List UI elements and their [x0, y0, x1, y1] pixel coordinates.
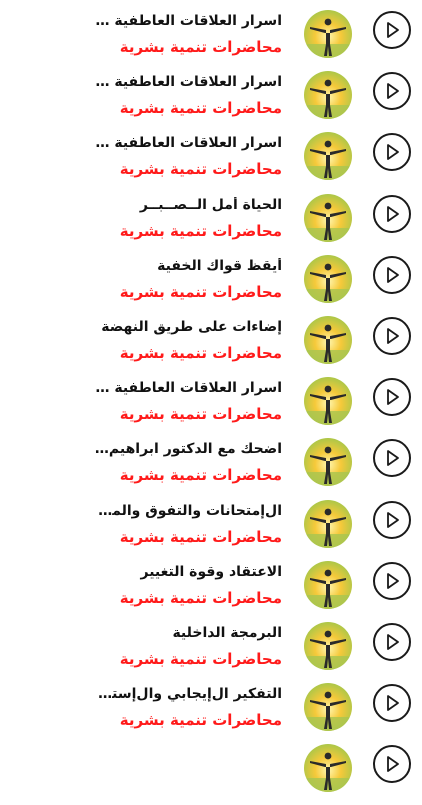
person-open-arms-icon [304, 683, 352, 732]
track-avatar [304, 683, 352, 732]
track-title: الاعتقاد وقوة التغيير [140, 563, 283, 580]
track-title: اسرار العلاقات العاطفية النا... [92, 13, 282, 29]
list-item[interactable]: اسرار العلاقات العاطفية النا... محاضرات … [0, 10, 422, 71]
track-title: التفكير ال‌إيجابي وال‌إستراتيجي [92, 686, 282, 703]
track-title: البرمجة الداخلية [172, 625, 282, 641]
person-open-arms-icon [304, 499, 352, 548]
track-avatar [304, 254, 352, 303]
track-subtitle: محاضرات تنمية بشرية [119, 650, 282, 668]
play-button[interactable] [373, 561, 411, 600]
track-subtitle: محاضرات تنمية بشرية [119, 99, 282, 118]
play-button[interactable] [373, 684, 411, 723]
person-open-arms-icon [304, 438, 352, 487]
play-icon [387, 328, 399, 344]
play-button[interactable] [373, 500, 411, 539]
person-open-arms-icon [304, 744, 352, 793]
person-open-arms-icon [304, 10, 352, 58]
play-button[interactable] [373, 745, 411, 784]
person-open-arms-icon [304, 71, 352, 120]
track-subtitle: محاضرات تنمية بشرية [119, 282, 282, 301]
play-icon [387, 511, 399, 528]
list-item[interactable]: اسرار العلاقات العاطفية النا... محاضرات … [0, 132, 422, 193]
track-title: إضاءات على طريق النهضة [101, 319, 282, 335]
person-open-arms-icon [304, 132, 352, 181]
track-subtitle: محاضرات تنمية بشرية [119, 38, 282, 56]
person-open-arms-icon [304, 254, 352, 303]
play-icon [387, 572, 399, 589]
track-avatar [304, 10, 352, 58]
track-title: الحياة أمل الــصــبــر [139, 196, 282, 213]
play-button[interactable] [373, 439, 411, 478]
play-button[interactable] [373, 11, 411, 49]
list-item[interactable]: اسرار العلاقات العاطفية النا... محاضرات … [0, 71, 422, 132]
track-avatar [304, 622, 352, 670]
play-icon [387, 389, 399, 406]
list-item[interactable] [0, 744, 422, 805]
track-avatar [304, 316, 352, 364]
play-icon [387, 634, 399, 650]
play-icon [387, 205, 399, 222]
play-button[interactable] [373, 194, 411, 233]
play-icon [387, 144, 399, 161]
person-open-arms-icon [304, 193, 352, 242]
list-item[interactable]: التفكير ال‌إيجابي وال‌إستراتيجي محاضرات … [0, 683, 422, 744]
track-avatar [304, 377, 352, 426]
person-open-arms-icon [304, 316, 352, 364]
track-subtitle: محاضرات تنمية بشرية [119, 221, 282, 240]
play-button[interactable] [373, 378, 411, 417]
person-open-arms-icon [304, 377, 352, 426]
track-title: اسرار العلاقات العاطفية النا... [92, 74, 282, 91]
person-open-arms-icon [304, 622, 352, 670]
list-item[interactable]: اضحك مع الدكتور ابراهيم ا... محاضرات تنم… [0, 438, 422, 499]
track-subtitle: محاضرات تنمية بشرية [119, 711, 282, 730]
track-title: أيقظ قواك الخفية [157, 257, 282, 274]
track-avatar [304, 744, 352, 793]
track-subtitle: محاضرات تنمية بشرية [119, 344, 282, 362]
play-icon [387, 450, 399, 467]
play-icon [387, 266, 399, 283]
track-title: اسرار العلاقات العاطفية النا... [92, 135, 282, 152]
list-item[interactable]: أيقظ قواك الخفية محاضرات تنمية بشرية [0, 254, 422, 316]
list-item[interactable]: البرمجة الداخلية محاضرات تنمية بشرية [0, 622, 422, 683]
play-button[interactable] [373, 72, 411, 111]
track-subtitle: محاضرات تنمية بشرية [119, 405, 282, 424]
person-open-arms-icon [304, 560, 352, 609]
track-avatar [304, 132, 352, 181]
track-avatar [304, 193, 352, 242]
list-item[interactable]: اسرار العلاقات العاطفية النا... محاضرات … [0, 377, 422, 438]
track-title: اسرار العلاقات العاطفية النا... [92, 380, 282, 397]
play-button[interactable] [373, 623, 411, 661]
play-icon [387, 83, 399, 100]
track-subtitle: محاضرات تنمية بشرية [119, 527, 282, 546]
track-title: اضحك مع الدكتور ابراهيم ا... [92, 441, 282, 458]
play-icon [387, 756, 399, 773]
list-item[interactable]: ال‌إمتحانات والتفوق والمذاكرة محاضرات تن… [0, 499, 422, 561]
play-icon [387, 695, 399, 712]
track-subtitle: محاضرات تنمية بشرية [119, 466, 282, 485]
track-avatar [304, 438, 352, 487]
track-avatar [304, 71, 352, 120]
track-avatar [304, 499, 352, 548]
track-title: ال‌إمتحانات والتفوق والمذاكرة [92, 502, 282, 519]
play-button[interactable] [373, 133, 411, 172]
track-avatar [304, 560, 352, 609]
list-item[interactable]: إضاءات على طريق النهضة محاضرات تنمية بشر… [0, 316, 422, 377]
play-button[interactable] [373, 317, 411, 355]
track-subtitle: محاضرات تنمية بشرية [119, 588, 282, 607]
track-subtitle: محاضرات تنمية بشرية [119, 160, 282, 179]
play-icon [387, 22, 399, 38]
list-item[interactable]: الحياة أمل الــصــبــر محاضرات تنمية بشر… [0, 193, 422, 255]
play-button[interactable] [373, 255, 411, 294]
list-item[interactable]: الاعتقاد وقوة التغيير محاضرات تنمية بشري… [0, 560, 422, 622]
